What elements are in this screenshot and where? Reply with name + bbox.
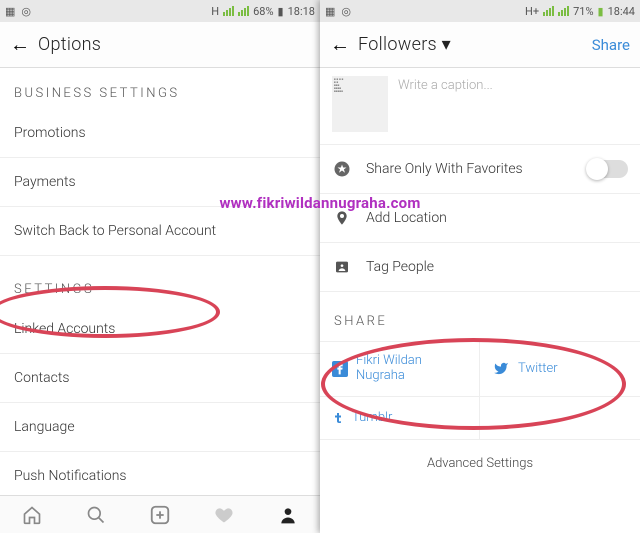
item-promotions[interactable]: Promotions: [0, 109, 320, 158]
facebook-label: Fikri Wildan Nugraha: [356, 354, 467, 384]
row-tag[interactable]: Tag People: [320, 243, 640, 292]
battery-percent: 68%: [253, 5, 273, 18]
gallery-icon: ▦: [5, 5, 15, 18]
tab-profile[interactable]: [256, 496, 320, 533]
section-settings: SETTINGS: [0, 256, 320, 305]
tab-add[interactable]: [128, 496, 192, 533]
tab-search[interactable]: [64, 496, 128, 533]
share-section: SHARE: [320, 292, 640, 341]
network-type: H+: [525, 5, 539, 18]
header: ← Options: [0, 22, 320, 68]
item-switch-personal[interactable]: Switch Back to Personal Account: [0, 207, 320, 256]
caption-input[interactable]: Write a caption...: [398, 76, 493, 132]
item-language[interactable]: Language: [0, 403, 320, 452]
star-icon: [332, 159, 352, 179]
item-push-notifications[interactable]: Push Notifications: [0, 452, 320, 498]
location-label: Add Location: [366, 210, 447, 226]
caption-row: ■ ■ ■ ■■ ■■■■■■■■■■■■■ Write a caption..…: [320, 68, 640, 145]
share-tumblr[interactable]: Tumblr: [320, 397, 480, 440]
phone-right: ▦ ◎ H+ 71% ▮ 18:44 ← Followers ▾ Share ■…: [320, 0, 640, 533]
clock: 18:44: [608, 5, 635, 18]
item-contacts[interactable]: Contacts: [0, 354, 320, 403]
share-twitter[interactable]: Twitter: [480, 342, 640, 397]
post-thumbnail[interactable]: ■ ■ ■ ■■ ■■■■■■■■■■■■■: [332, 76, 388, 132]
tab-activity[interactable]: [192, 496, 256, 533]
page-title: Options: [38, 34, 310, 55]
instagram-icon: ◎: [21, 5, 31, 18]
item-linked-accounts[interactable]: Linked Accounts: [0, 305, 320, 354]
share-empty: [480, 397, 640, 440]
tumblr-label: Tumblr: [352, 410, 392, 425]
tumblr-icon: [332, 409, 344, 427]
audience-dropdown[interactable]: Followers ▾: [358, 34, 592, 55]
section-business: BUSINESS SETTINGS: [0, 68, 320, 109]
favorites-toggle[interactable]: [588, 160, 628, 178]
battery-icon: ▮: [278, 5, 284, 18]
bottom-nav: [0, 495, 320, 533]
compose-content: ■ ■ ■ ■■ ■■■■■■■■■■■■■ Write a caption..…: [320, 68, 640, 498]
share-facebook[interactable]: Fikri Wildan Nugraha: [320, 342, 480, 397]
network-type: H: [211, 5, 219, 18]
signal-icon-2: [238, 6, 249, 16]
signal-icon: [223, 6, 234, 16]
item-payments[interactable]: Payments: [0, 158, 320, 207]
share-button[interactable]: Share: [592, 36, 630, 54]
status-bar: ▦ ◎ H+ 71% ▮ 18:44: [320, 0, 640, 22]
share-grid: Fikri Wildan Nugraha Twitter Tumblr: [320, 341, 640, 440]
favorites-label: Share Only With Favorites: [366, 161, 523, 177]
instagram-icon: ◎: [341, 5, 351, 18]
header: ← Followers ▾ Share: [320, 22, 640, 68]
tag-people-icon: [332, 257, 352, 277]
back-button[interactable]: ←: [10, 32, 38, 57]
tab-home[interactable]: [0, 496, 64, 533]
signal-icon: [543, 6, 554, 16]
status-bar: ▦ ◎ H 68% ▮ 18:18: [0, 0, 320, 22]
battery-percent: 71%: [573, 5, 593, 18]
twitter-label: Twitter: [518, 361, 558, 376]
row-favorites[interactable]: Share Only With Favorites: [320, 145, 640, 194]
phone-left: ▦ ◎ H 68% ▮ 18:18 ← Options BUSINESS SET…: [0, 0, 320, 533]
tag-label: Tag People: [366, 259, 434, 275]
battery-icon: ▮: [598, 5, 604, 18]
clock: 18:18: [288, 5, 315, 18]
gallery-icon: ▦: [325, 5, 335, 18]
facebook-icon: [332, 361, 348, 377]
location-icon: [332, 208, 352, 228]
back-button[interactable]: ←: [330, 32, 358, 57]
twitter-icon: [492, 361, 510, 376]
advanced-settings[interactable]: Advanced Settings: [320, 440, 640, 487]
row-location[interactable]: Add Location: [320, 194, 640, 243]
options-list[interactable]: BUSINESS SETTINGS Promotions Payments Sw…: [0, 68, 320, 498]
signal-icon-2: [558, 6, 569, 16]
